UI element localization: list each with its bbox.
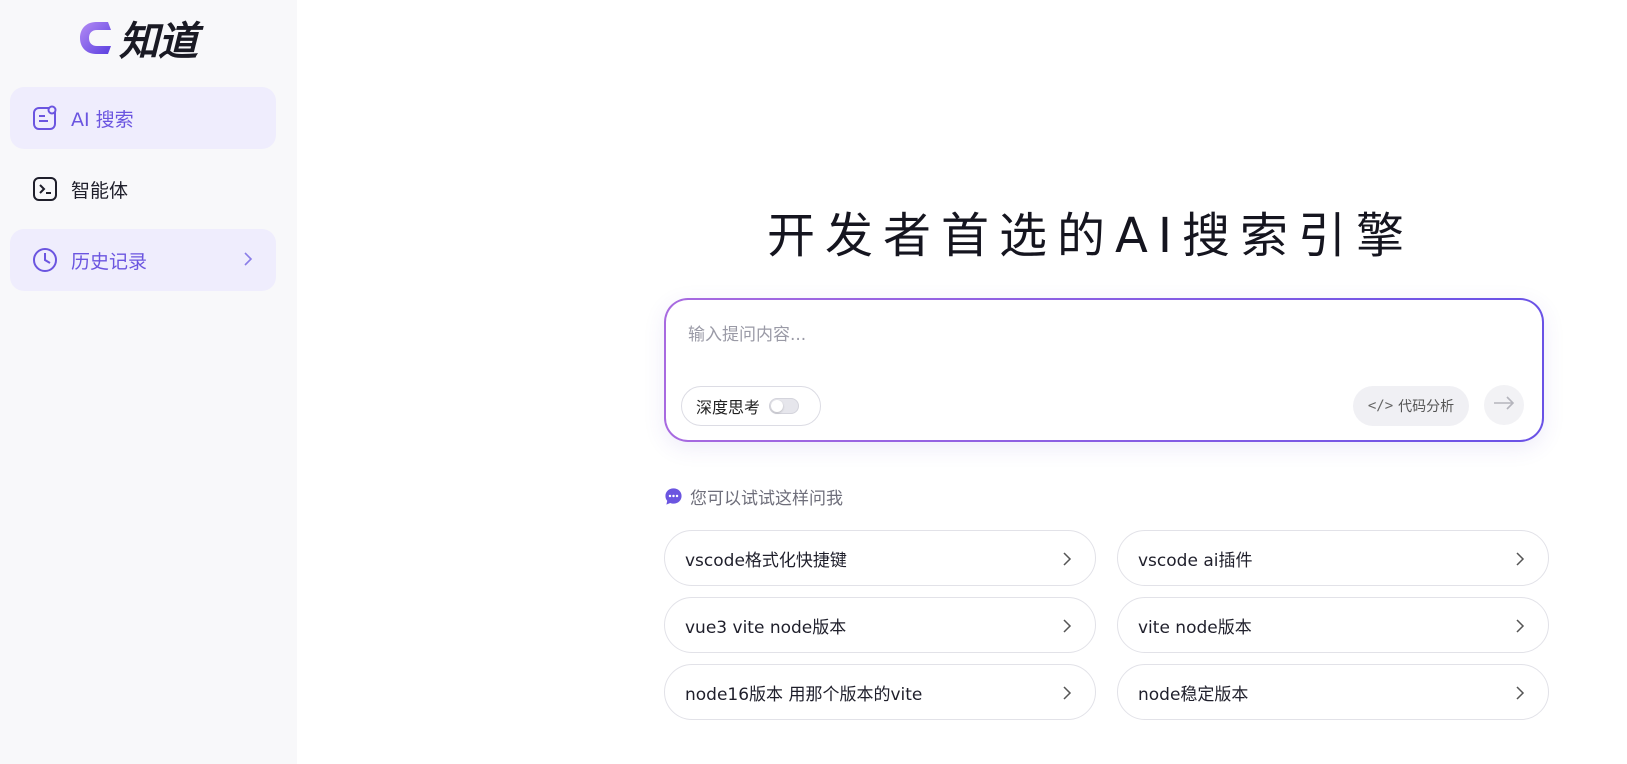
sidebar-item-label: 历史记录 xyxy=(71,250,148,273)
suggestion-text: vue3 vite node版本 xyxy=(685,617,847,638)
sidebar-item-ai-search[interactable]: AI 搜索 xyxy=(10,87,276,149)
sidebar-item-agents[interactable]: 智能体 xyxy=(10,158,276,220)
chevron-right-icon xyxy=(1514,617,1526,640)
suggestion-text: node16版本 用那个版本的vite xyxy=(685,684,923,705)
chevron-right-icon xyxy=(1514,684,1526,707)
sidebar-item-label: AI 搜索 xyxy=(71,108,134,131)
code-analysis-label: 代码分析 xyxy=(1398,399,1455,415)
logo[interactable]: 知道 xyxy=(78,16,198,65)
query-box-inner: 深度思考 </> 代码分析 xyxy=(666,300,1542,440)
suggestion-item[interactable]: node16版本 用那个版本的vite xyxy=(664,664,1096,720)
brand-name: 知道 xyxy=(119,19,198,65)
suggestion-item[interactable]: vscode ai插件 xyxy=(1117,530,1549,586)
query-input[interactable] xyxy=(688,320,1508,350)
suggestions-heading: 您可以试试这样问我 xyxy=(664,484,843,509)
suggestion-item[interactable]: vue3 vite node版本 xyxy=(664,597,1096,653)
page-title: 开发者首选的AI搜索引擎 xyxy=(767,208,1414,264)
clock-icon xyxy=(31,246,59,274)
deep-think-label: 深度思考 xyxy=(696,398,761,417)
deep-think-toggle-button[interactable]: 深度思考 xyxy=(681,386,821,426)
code-icon: </> xyxy=(1367,398,1394,414)
suggestion-item[interactable]: vite node版本 xyxy=(1117,597,1549,653)
chat-bubble-icon xyxy=(664,487,683,506)
chevron-right-icon xyxy=(242,249,254,273)
chevron-right-icon xyxy=(1061,550,1073,573)
suggestion-item[interactable]: vscode格式化快捷键 xyxy=(664,530,1096,586)
sidebar-item-label: 智能体 xyxy=(71,179,129,202)
suggestion-text: vscode ai插件 xyxy=(1138,550,1253,571)
suggestion-text: vite node版本 xyxy=(1138,617,1252,638)
chevron-right-icon xyxy=(1514,550,1526,573)
query-box: 深度思考 </> 代码分析 xyxy=(664,298,1544,442)
ai-search-icon xyxy=(31,104,59,132)
chevron-right-icon xyxy=(1061,617,1073,640)
code-analysis-button[interactable]: </> 代码分析 xyxy=(1353,386,1469,426)
deep-think-switch[interactable] xyxy=(769,398,800,414)
suggestion-text: vscode格式化快捷键 xyxy=(685,550,847,571)
sidebar: 知道 AI 搜索 智能体 历史记录 xyxy=(0,0,297,764)
terminal-icon xyxy=(31,175,59,203)
suggestion-text: node稳定版本 xyxy=(1138,684,1249,705)
send-button[interactable] xyxy=(1484,385,1524,425)
logo-icon xyxy=(80,22,111,54)
suggestions-title: 您可以试试这样问我 xyxy=(690,489,843,509)
chevron-right-icon xyxy=(1061,684,1073,707)
sidebar-item-history[interactable]: 历史记录 xyxy=(10,229,276,291)
arrow-right-icon xyxy=(1492,395,1516,415)
main-content: 开发者首选的AI搜索引擎 深度思考 </> 代码分析 您可以试试这样问我 xyxy=(297,0,1627,764)
suggestion-item[interactable]: node稳定版本 xyxy=(1117,664,1549,720)
